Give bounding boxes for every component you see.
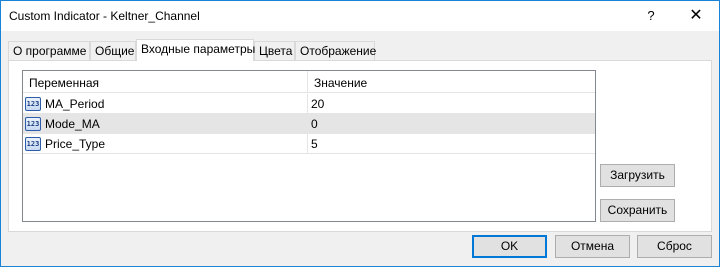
table-row[interactable]: 123 Price_Type 5 — [23, 134, 595, 154]
column-divider — [307, 94, 308, 114]
column-divider — [307, 134, 308, 154]
parameter-value[interactable]: 0 — [311, 117, 318, 131]
reset-button[interactable]: Сброс — [637, 235, 712, 258]
table-header: Переменная Значение — [23, 71, 595, 93]
ok-button[interactable]: OK — [472, 235, 547, 258]
column-divider[interactable] — [307, 71, 308, 93]
column-header-variable[interactable]: Переменная — [29, 76, 99, 90]
close-button[interactable]: ✕ — [673, 1, 719, 31]
parameter-value[interactable]: 5 — [311, 137, 318, 151]
load-button[interactable]: Загрузить — [600, 164, 675, 187]
window-title: Custom Indicator - Keltner_Channel — [9, 9, 200, 23]
column-header-value[interactable]: Значение — [314, 76, 367, 90]
integer-123-icon: 123 — [25, 97, 41, 111]
tab-common[interactable]: Общие — [90, 41, 136, 60]
integer-123-icon: 123 — [25, 117, 41, 131]
save-button[interactable]: Сохранить — [600, 199, 675, 222]
parameter-name: Mode_MA — [45, 117, 100, 131]
tab-visualization[interactable]: Отображение — [295, 41, 376, 60]
table-row[interactable]: 123 Mode_MA 0 — [23, 114, 595, 134]
tab-panel-inputs: Переменная Значение 123 MA_Period 20 123… — [8, 60, 712, 232]
tab-colors[interactable]: Цвета — [254, 41, 295, 60]
parameter-value[interactable]: 20 — [311, 97, 324, 111]
title-bar: Custom Indicator - Keltner_Channel ? ✕ — [1, 1, 719, 31]
tab-inputs[interactable]: Входные параметры — [136, 39, 255, 61]
parameters-table[interactable]: Переменная Значение 123 MA_Period 20 123… — [22, 70, 596, 222]
help-button[interactable]: ? — [628, 1, 674, 31]
parameter-name: Price_Type — [45, 137, 106, 151]
integer-123-icon: 123 — [25, 137, 41, 151]
parameter-name: MA_Period — [45, 97, 105, 111]
column-divider — [307, 114, 308, 134]
tab-about[interactable]: О программе — [8, 41, 90, 60]
row-divider — [23, 153, 595, 154]
table-row[interactable]: 123 MA_Period 20 — [23, 94, 595, 114]
cancel-button[interactable]: Отмена — [555, 235, 630, 258]
dialog-window: Custom Indicator - Keltner_Channel ? ✕ О… — [0, 0, 720, 267]
